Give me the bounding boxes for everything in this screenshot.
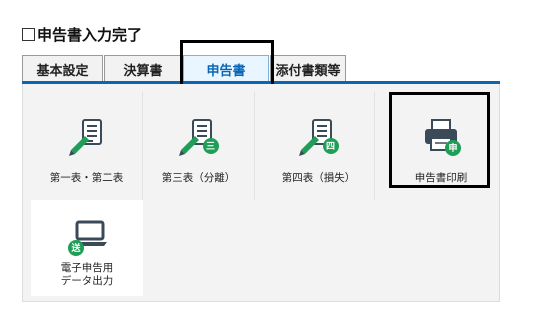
page-title-text: 申告書入力完了 [37, 26, 143, 44]
tile-e-filing-export[interactable]: 送 電子申告用 データ出力 [31, 200, 143, 296]
completion-checkbox[interactable] [22, 28, 35, 41]
tile-label: 第四表（損失） [281, 172, 356, 184]
tile-form-1-2[interactable]: 第一表・第二表 [31, 92, 143, 200]
printer-icon: 申 [419, 118, 463, 158]
tab-financial-statements[interactable]: 決算書 [104, 55, 182, 82]
badge-3-icon: 三 [205, 142, 215, 152]
tile-panel: 第一表・第二表 三 第三表（分離） 四 第四表（損失） 申 申告書印刷 送 電子… [22, 84, 500, 302]
page-title: 申告書入力完了 [22, 24, 142, 45]
tile-form-4[interactable]: 四 第四表（損失） [263, 92, 375, 200]
tab-tax-return[interactable]: 申告書 [183, 55, 269, 82]
tile-label-line1: 電子申告用 [60, 262, 114, 274]
tab-basic-settings[interactable]: 基本設定 [22, 55, 103, 82]
tile-label: 申告書印刷 [414, 172, 468, 184]
laptop-send-icon: 送 [65, 218, 109, 258]
document-pen-icon [65, 118, 109, 158]
tile-form-3[interactable]: 三 第三表（分離） [143, 92, 255, 200]
tile-print-return[interactable]: 申 申告書印刷 [385, 92, 497, 200]
tab-attachments[interactable]: 添付書類等 [270, 55, 346, 82]
badge-4-icon: 四 [325, 142, 335, 152]
tile-label-line2: データ出力 [60, 275, 114, 287]
tile-label: 第一表・第二表 [49, 172, 124, 184]
tile-label: 電子申告用 データ出力 [61, 262, 114, 288]
document-pen-icon: 四 [297, 118, 341, 158]
document-pen-icon: 三 [177, 118, 221, 158]
badge-shin-icon: 申 [448, 144, 458, 154]
tab-bar: 基本設定 決算書 申告書 添付書類等 [22, 55, 347, 82]
badge-send-icon: 送 [71, 244, 81, 254]
tile-label: 第三表（分離） [161, 172, 236, 184]
